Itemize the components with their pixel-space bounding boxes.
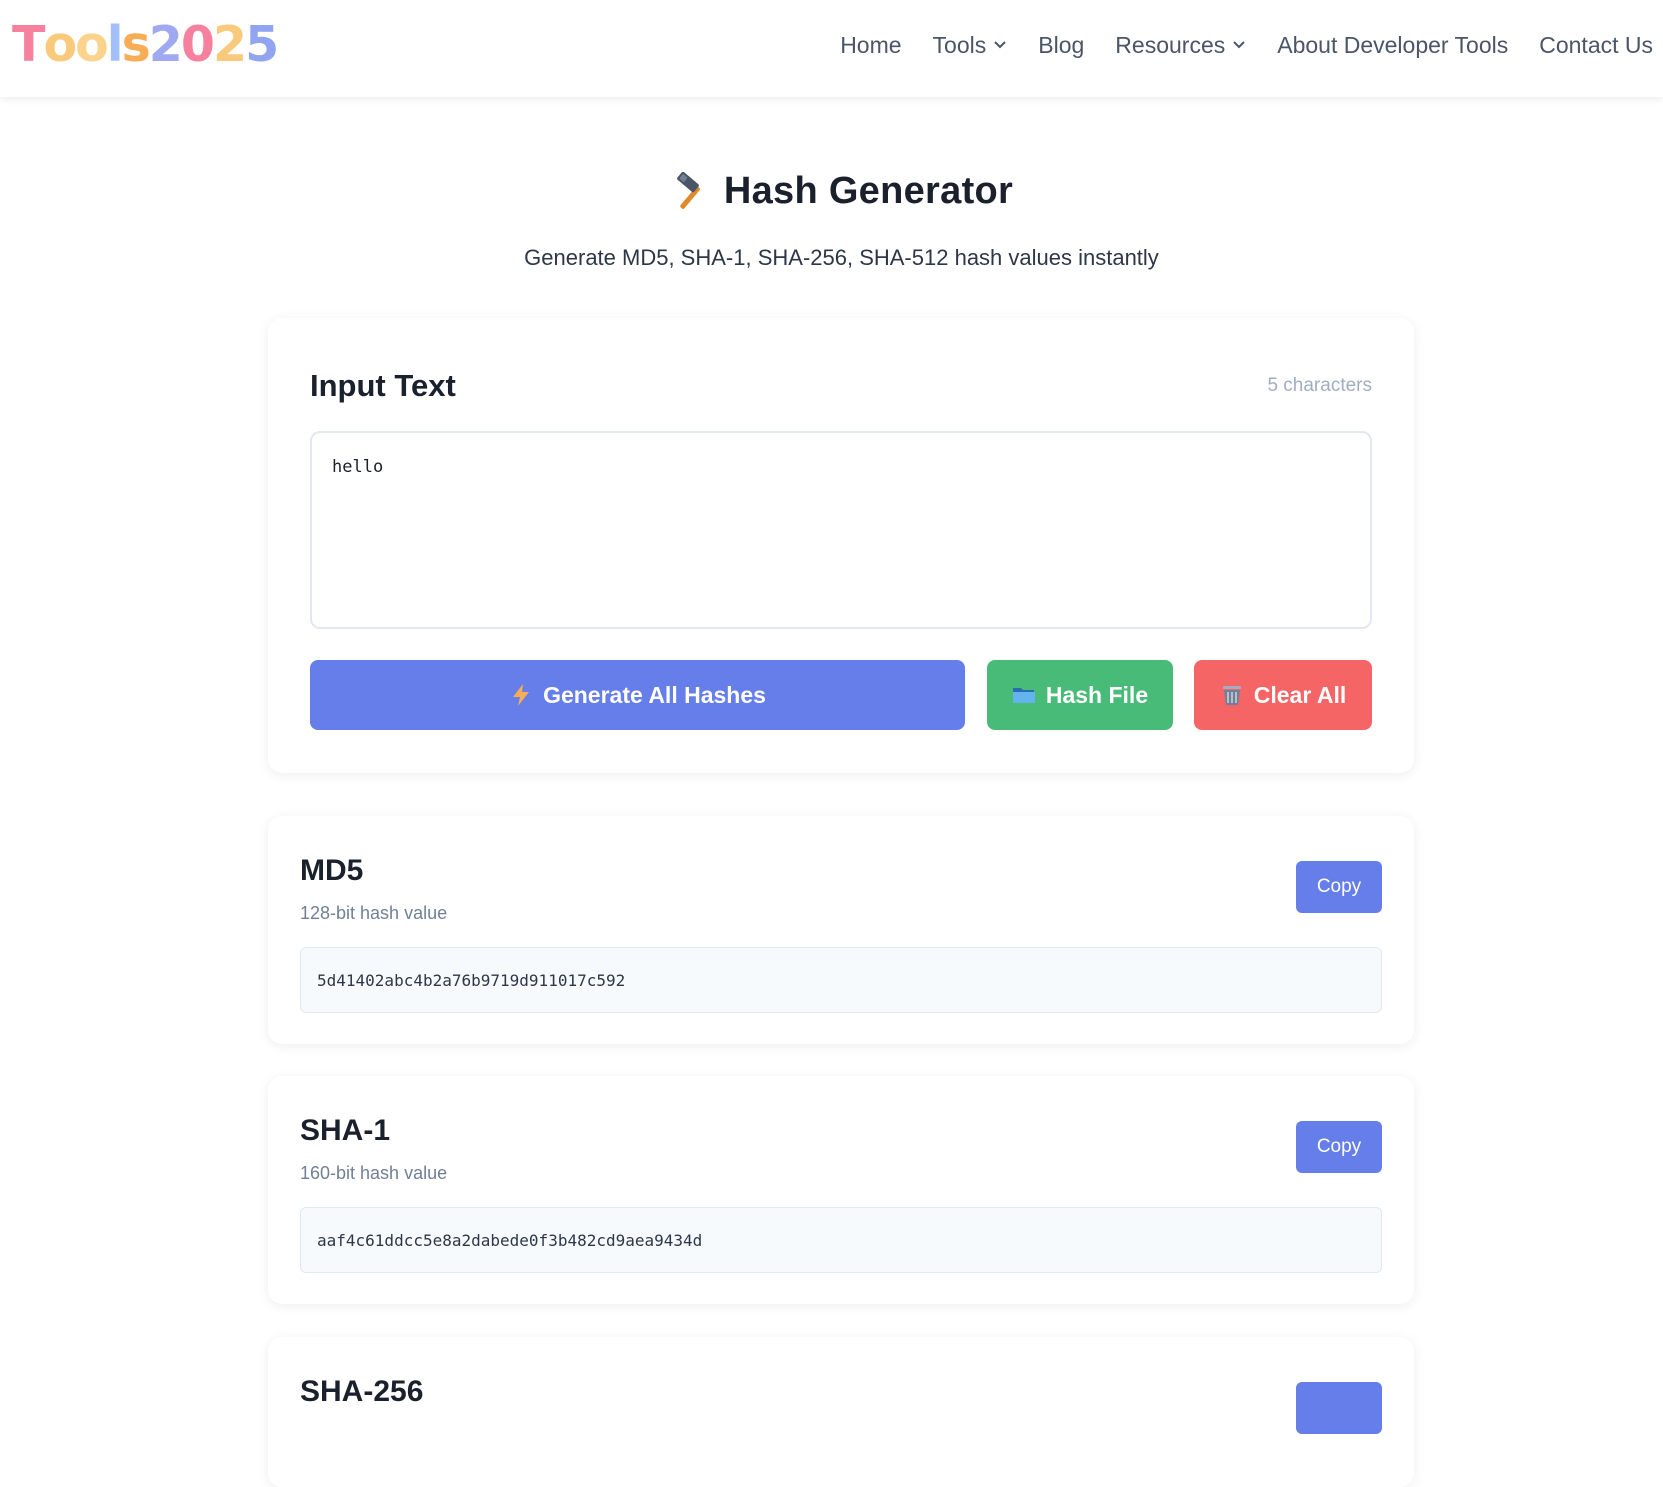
input-card: Input Text 5 characters Generate All Has…	[268, 318, 1414, 773]
main-nav: Home Tools Blog Resources About Develope…	[840, 0, 1653, 90]
page-subtitle: Generate MD5, SHA-1, SHA-256, SHA-512 ha…	[524, 245, 1159, 270]
logo-letter: 5	[245, 16, 279, 73]
nav-contact-label: Contact Us	[1539, 31, 1653, 58]
nav-about[interactable]: About Developer Tools	[1277, 32, 1508, 59]
hash-name: SHA-1	[300, 1114, 391, 1147]
chevron-down-icon	[993, 40, 1007, 50]
trash-icon	[1220, 683, 1244, 707]
nav-tools-label: Tools	[932, 31, 987, 58]
nav-blog[interactable]: Blog	[1038, 32, 1084, 59]
clear-all-button[interactable]: Clear All	[1194, 660, 1372, 730]
logo-letter: T	[12, 16, 45, 73]
logo-letter: 2	[212, 16, 247, 73]
hash-card-md5: MD5 128-bit hash value Copy 5d41402abc4b…	[268, 816, 1414, 1044]
hash-file-label: Hash File	[1045, 681, 1149, 708]
clear-all-label: Clear All	[1253, 681, 1347, 708]
logo-letter: o	[75, 16, 109, 73]
copy-button[interactable]: Copy	[1296, 861, 1382, 913]
hash-name: MD5	[300, 854, 364, 887]
site-logo[interactable]: Tools2025	[12, 14, 279, 76]
generate-all-button[interactable]: Generate All Hashes	[310, 660, 965, 730]
chevron-down-icon	[1232, 40, 1246, 50]
hash-value[interactable]: aaf4c61ddcc5e8a2dabede0f3b482cd9aea9434d	[300, 1207, 1382, 1273]
hash-description: 160-bit hash value	[300, 1163, 448, 1183]
hash-file-button[interactable]: Hash File	[987, 660, 1173, 730]
action-buttons: Generate All Hashes Hash File Clear All	[310, 660, 1372, 730]
lightning-icon	[509, 683, 533, 707]
hash-card-sha1: SHA-1 160-bit hash value Copy aaf4c61ddc…	[268, 1076, 1414, 1304]
logo-letter: 0	[180, 16, 215, 73]
nav-tools[interactable]: Tools	[933, 32, 1008, 59]
input-textarea[interactable]	[310, 431, 1372, 629]
character-count: 5 characters	[1267, 375, 1372, 396]
site-header: Tools2025 Home Tools Blog Resources Abou…	[0, 0, 1663, 97]
page-title-row: Hash Generator	[0, 170, 1663, 213]
nav-home-label: Home	[840, 31, 902, 58]
nav-resources-label: Resources	[1115, 31, 1226, 58]
logo-letter: s	[121, 16, 151, 73]
logo-letter: o	[43, 16, 77, 73]
hash-description: 128-bit hash value	[300, 903, 448, 923]
nav-blog-label: Blog	[1038, 31, 1085, 58]
copy-button[interactable]: Copy	[1296, 1121, 1382, 1173]
nav-home[interactable]: Home	[840, 32, 901, 59]
nav-about-label: About Developer Tools	[1277, 31, 1509, 58]
hash-name: SHA-256	[300, 1375, 424, 1408]
hash-card-sha256: SHA-256	[268, 1337, 1414, 1487]
nav-contact[interactable]: Contact Us	[1539, 32, 1653, 59]
logo-letter: l	[106, 16, 124, 73]
hash-value[interactable]: 5d41402abc4b2a76b9719d911017c592	[300, 947, 1382, 1013]
copy-button[interactable]	[1296, 1382, 1382, 1434]
page-title: Hash Generator	[723, 170, 1014, 212]
input-label: Input Text	[310, 368, 456, 403]
hammer-icon	[670, 171, 710, 212]
generate-all-label: Generate All Hashes	[543, 681, 766, 708]
folder-icon	[1012, 683, 1036, 707]
logo-letter: 2	[148, 16, 183, 73]
nav-resources[interactable]: Resources	[1115, 32, 1246, 59]
